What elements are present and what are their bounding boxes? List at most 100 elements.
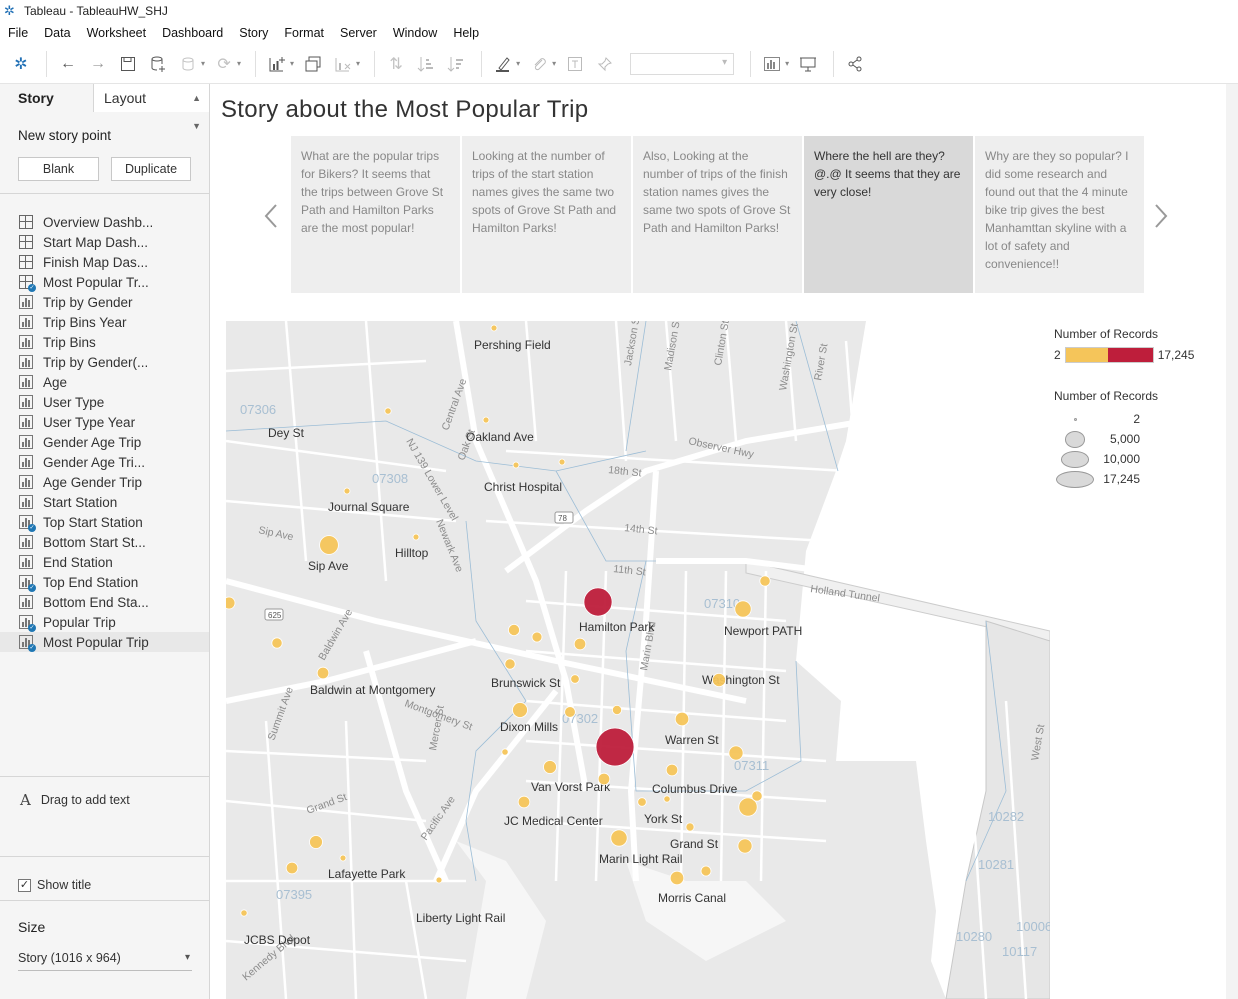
station-bubble[interactable] [384,407,392,415]
sort-desc-icon[interactable] [443,51,469,77]
station-bubble[interactable] [751,790,763,802]
station-bubble[interactable] [482,416,490,424]
story-point-3[interactable]: Also, Looking at the number of trips of … [633,136,802,293]
station-bubble[interactable] [517,795,531,809]
station-bubble[interactable] [316,666,330,680]
menu-story[interactable]: Story [231,26,276,40]
swap-icon[interactable]: ⇅ [383,51,409,77]
sheet-item[interactable]: Gender Age Tri... [0,452,209,472]
sheet-item[interactable]: Trip by Gender [0,292,209,312]
station-bubble[interactable] [595,727,635,767]
sheet-item[interactable]: Overview Dashb... [0,212,209,232]
station-bubble[interactable] [583,587,613,617]
station-bubble[interactable] [674,711,690,727]
station-bubble[interactable] [711,672,726,687]
tab-story[interactable]: Story [0,84,93,112]
chevron-down-icon[interactable]: ▾ [516,59,520,68]
station-bubble[interactable] [319,535,339,555]
menu-dashboard[interactable]: Dashboard [154,26,231,40]
station-bubble[interactable] [597,772,611,786]
station-bubble[interactable] [734,600,752,618]
sheet-item[interactable]: Trip Bins Year [0,312,209,332]
chevron-down-icon[interactable]: ▾ [785,59,789,68]
duplicate-button[interactable]: Duplicate [111,157,191,181]
chevron-down-icon[interactable]: ▾ [201,59,205,68]
story-point-2[interactable]: Looking at the number of trips of the st… [462,136,631,293]
station-map[interactable]: Observer Hwy 18th St 14th St 11th St Holland… [226,321,1050,999]
station-bubble[interactable] [285,861,299,875]
blank-button[interactable]: Blank [18,157,99,181]
sheet-item[interactable]: Bottom End Sta... [0,592,209,612]
station-bubble[interactable] [564,706,576,718]
menu-file[interactable]: File [0,26,36,40]
clear-icon[interactable] [330,51,356,77]
menu-help[interactable]: Help [445,26,487,40]
station-bubble[interactable] [610,829,628,847]
pin-icon[interactable] [592,51,618,77]
sheet-item[interactable]: User Type [0,392,209,412]
station-bubble[interactable] [665,763,679,777]
station-bubble[interactable] [512,461,520,469]
save-icon[interactable] [115,51,141,77]
station-bubble[interactable] [611,704,622,715]
show-me-icon[interactable] [759,51,785,77]
station-bubble[interactable] [412,533,420,541]
sheet-item[interactable]: ✓ Top End Station [0,572,209,592]
sheet-item[interactable]: Finish Map Das... [0,252,209,272]
new-worksheet-icon[interactable] [264,51,290,77]
station-bubble[interactable] [226,596,236,610]
station-bubble[interactable] [759,575,771,587]
next-story-point-icon[interactable] [1152,202,1170,237]
sheet-item[interactable]: Start Map Dash... [0,232,209,252]
station-bubble[interactable] [543,760,557,774]
station-bubble[interactable] [685,822,695,832]
show-title-toggle[interactable]: ✓ Show title [0,856,209,900]
share-icon[interactable] [842,51,868,77]
station-bubble[interactable] [501,748,509,756]
station-bubble[interactable] [737,838,753,854]
station-bubble[interactable] [637,797,647,807]
story-point-5[interactable]: Why are they so popular? I did some rese… [975,136,1144,293]
station-bubble[interactable] [504,658,516,670]
station-bubble[interactable] [728,745,744,761]
menu-server[interactable]: Server [332,26,385,40]
presentation-icon[interactable] [795,51,821,77]
datasource-icon[interactable] [175,51,201,77]
highlight-icon[interactable] [490,51,516,77]
tableau-logo-icon[interactable]: ✲ [8,51,34,77]
sheet-item[interactable]: User Type Year [0,412,209,432]
station-bubble[interactable] [512,702,528,718]
sheet-item[interactable]: Age Gender Trip [0,472,209,492]
back-icon[interactable]: ← [55,51,81,77]
sheet-item[interactable]: Trip by Gender(... [0,352,209,372]
station-bubble[interactable] [669,870,685,886]
chevron-down-icon[interactable]: ▾ [552,59,556,68]
menu-data[interactable]: Data [36,26,78,40]
chevron-down-icon[interactable]: ▾ [290,59,294,68]
sort-asc-icon[interactable] [413,51,439,77]
sheet-item[interactable]: ✓ Most Popular Trip [0,632,209,652]
menu-worksheet[interactable]: Worksheet [79,26,155,40]
station-bubble[interactable] [271,637,283,649]
fit-dropdown[interactable] [630,52,735,75]
tab-layout[interactable]: Layout ▲ ▼ [93,84,209,131]
station-bubble[interactable] [435,876,443,884]
chevron-down-icon[interactable]: ▾ [237,59,241,68]
sheet-item[interactable]: End Station [0,552,209,572]
station-bubble[interactable] [240,909,248,917]
station-bubble[interactable] [490,324,498,332]
station-bubble[interactable] [663,795,671,803]
story-point-4[interactable]: Where the hell are they? @.@ It seems th… [804,136,973,293]
sheet-item[interactable]: ✓ Most Popular Tr... [0,272,209,292]
sheet-item[interactable]: Gender Age Trip [0,432,209,452]
size-dropdown[interactable]: Story (1016 x 964) [18,949,192,971]
station-bubble[interactable] [573,637,587,651]
sheet-item[interactable]: Start Station [0,492,209,512]
sheet-item[interactable]: Trip Bins [0,332,209,352]
attach-icon[interactable] [526,51,552,77]
duplicate-icon[interactable] [300,51,326,77]
forward-icon[interactable]: → [85,51,111,77]
sheet-item[interactable]: ✓ Top Start Station [0,512,209,532]
story-point-1[interactable]: What are the popular trips for Bikers? I… [291,136,460,293]
station-bubble[interactable] [700,865,712,877]
